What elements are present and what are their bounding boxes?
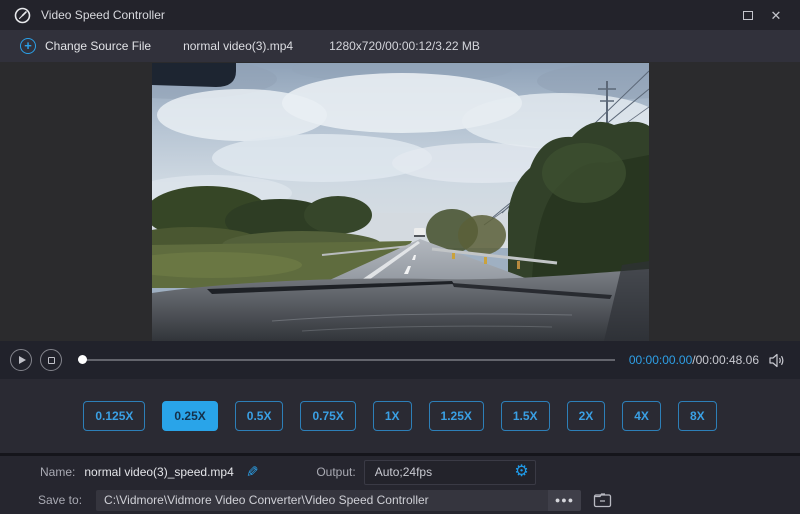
speed-button-0125x[interactable]: 0.125X [83, 401, 146, 431]
volume-icon[interactable] [769, 353, 786, 368]
play-icon [18, 356, 26, 364]
playback-controls: 00:00:00.00/00:00:48.06 [0, 341, 800, 379]
source-file-info: 1280x720/00:00:12/3.22 MB [329, 39, 480, 53]
title-bar: Video Speed Controller ✕ [0, 0, 800, 30]
current-time: 00:00:00.00 [628, 353, 693, 367]
time-display: 00:00:00.00/00:00:48.06 [629, 353, 759, 367]
speed-button-025x-selected[interactable]: 0.25X [162, 401, 218, 431]
save-to-label: Save to: [38, 493, 83, 507]
speed-button-075x[interactable]: 0.75X [300, 401, 356, 431]
speed-button-15x[interactable]: 1.5X [500, 401, 550, 431]
output-file-name: normal video(3)_speed.mp4 [84, 465, 234, 479]
change-source-label: Change Source File [45, 39, 152, 53]
stop-button[interactable] [40, 349, 62, 371]
source-file-name: normal video(3).mp4 [183, 39, 294, 53]
export-panel: Name: normal video(3)_speed.mp4 ✎ Output… [0, 456, 800, 514]
speed-button-1x[interactable]: 1X [372, 401, 412, 431]
browse-button[interactable]: ●●● [548, 489, 582, 511]
total-time: /00:00:48.06 [692, 353, 759, 367]
name-label: Name: [40, 465, 76, 479]
change-source-button[interactable]: + Change Source File [20, 38, 151, 54]
open-folder-icon[interactable] [593, 492, 612, 508]
stop-icon [47, 356, 55, 364]
save-path-input[interactable] [96, 489, 549, 511]
output-format-value: Auto;24fps [374, 465, 433, 479]
video-still-road-scene [152, 63, 649, 341]
save-to-row: Save to: ●●● [0, 488, 800, 512]
seek-thumb[interactable] [78, 355, 87, 364]
seek-bar[interactable] [78, 350, 615, 370]
play-button[interactable] [10, 349, 32, 371]
speed-button-05x[interactable]: 0.5X [234, 401, 284, 431]
name-output-row: Name: normal video(3)_speed.mp4 ✎ Output… [0, 456, 800, 488]
edit-name-icon[interactable]: ✎ [246, 463, 259, 481]
output-format-field[interactable]: Auto;24fps ⚙ [363, 459, 536, 485]
speed-options-row: 0.125X 0.25X 0.5X 0.75X 1X 1.25X 1.5X 2X… [0, 379, 800, 453]
seek-track[interactable] [78, 359, 615, 361]
speed-button-125x[interactable]: 1.25X [428, 401, 484, 431]
output-settings-gear-icon[interactable]: ⚙ [514, 464, 528, 480]
plus-icon: + [20, 38, 36, 54]
speed-button-2x[interactable]: 2X [566, 401, 606, 431]
source-toolbar: + Change Source File normal video(3).mp4… [0, 30, 800, 62]
window-title: Video Speed Controller [41, 8, 165, 22]
output-format-label: Output: [316, 465, 356, 479]
speed-button-8x[interactable]: 8X [677, 401, 717, 431]
maximize-icon [743, 10, 753, 20]
app-window: Video Speed Controller ✕ + Change Source… [0, 0, 800, 514]
video-preview [152, 63, 649, 341]
speedometer-app-icon [14, 7, 31, 23]
close-button[interactable]: ✕ [762, 4, 790, 26]
maximize-button[interactable] [734, 4, 762, 26]
speed-button-4x[interactable]: 4X [622, 401, 661, 431]
preview-stage [0, 62, 800, 341]
close-icon: ✕ [770, 7, 782, 23]
